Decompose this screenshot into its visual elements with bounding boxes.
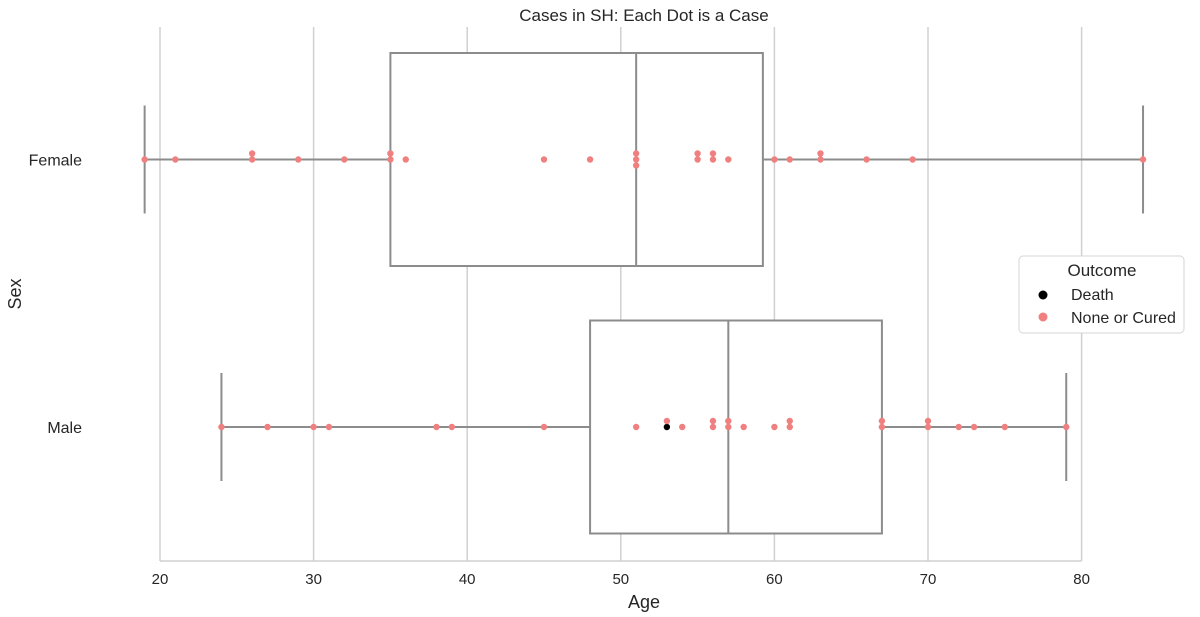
case-dot bbox=[540, 156, 548, 163]
case-dot bbox=[709, 423, 717, 431]
x-tick-label: 20 bbox=[152, 571, 169, 588]
case-dot bbox=[725, 156, 732, 163]
case-dot bbox=[924, 417, 932, 425]
case-dot bbox=[924, 423, 932, 431]
legend-marker-none-or-cured bbox=[1038, 312, 1048, 322]
chart-title: Cases in SH: Each Dot is a Case bbox=[519, 6, 768, 25]
case-dot bbox=[540, 423, 548, 431]
case-dot bbox=[709, 417, 717, 425]
case-dot bbox=[1063, 423, 1070, 431]
case-dot bbox=[663, 417, 671, 425]
case-dot bbox=[786, 156, 793, 163]
legend-label-death: Death bbox=[1071, 287, 1114, 304]
legend-marker-death bbox=[1038, 290, 1048, 300]
case-dot bbox=[248, 156, 256, 163]
x-tick-label: 70 bbox=[920, 571, 937, 588]
legend: Outcome Death None or Cured bbox=[1018, 255, 1185, 334]
y-axis-label: Sex bbox=[5, 278, 25, 309]
case-dot bbox=[709, 156, 717, 163]
case-dot bbox=[817, 156, 824, 163]
case-dot bbox=[786, 417, 793, 425]
case-dot bbox=[218, 423, 225, 431]
case-dot bbox=[295, 156, 302, 163]
case-dot bbox=[433, 423, 440, 431]
case-dot bbox=[632, 150, 640, 157]
case-dot bbox=[771, 156, 778, 163]
case-dot bbox=[248, 150, 256, 157]
x-tick-label: 80 bbox=[1073, 571, 1090, 588]
iqr-box bbox=[389, 52, 764, 267]
case-dot bbox=[632, 423, 640, 431]
case-dot bbox=[709, 150, 717, 157]
case-dot bbox=[694, 156, 701, 163]
case-dot bbox=[663, 423, 671, 431]
case-dot bbox=[694, 150, 701, 157]
case-dot bbox=[341, 156, 348, 163]
case-dot bbox=[264, 423, 271, 431]
y-tick-label: Female bbox=[29, 153, 82, 170]
case-dot bbox=[1139, 156, 1147, 163]
y-tick-label: Male bbox=[47, 420, 82, 437]
legend-title: Outcome bbox=[1068, 261, 1137, 280]
x-tick-label: 60 bbox=[766, 571, 783, 588]
case-dot bbox=[679, 423, 686, 431]
case-dot bbox=[771, 423, 778, 431]
case-dot bbox=[632, 162, 640, 169]
x-tick-label: 40 bbox=[459, 571, 476, 588]
case-dot bbox=[863, 156, 870, 163]
case-dot bbox=[141, 156, 148, 163]
case-dot bbox=[817, 150, 824, 157]
box-plot-chart: 20 30 40 50 60 70 80 Female Male Cases in SH: Ea… bbox=[5, 6, 1185, 612]
box-female bbox=[143, 52, 1145, 267]
case-dot bbox=[172, 156, 179, 163]
case-dot bbox=[970, 423, 978, 431]
case-dot bbox=[325, 423, 333, 431]
case-dot bbox=[909, 156, 916, 163]
case-dot bbox=[310, 423, 317, 431]
case-dot bbox=[402, 156, 409, 163]
case-dot bbox=[586, 156, 594, 163]
x-axis-label: Age bbox=[628, 592, 660, 612]
case-dot bbox=[786, 423, 793, 431]
case-dot bbox=[448, 423, 456, 431]
case-dot bbox=[387, 150, 394, 157]
case-dot bbox=[632, 156, 640, 163]
x-tick-label: 50 bbox=[612, 571, 629, 588]
box-male bbox=[220, 319, 1068, 535]
legend-label-none-or-cured: None or Cured bbox=[1071, 310, 1176, 327]
case-dot bbox=[955, 423, 962, 431]
case-dot bbox=[387, 156, 394, 163]
case-dot bbox=[725, 417, 732, 425]
case-dot bbox=[740, 423, 747, 431]
case-dot bbox=[878, 423, 886, 431]
x-tick-label: 30 bbox=[305, 571, 322, 588]
case-dot bbox=[1001, 423, 1008, 431]
case-dot bbox=[725, 423, 732, 431]
case-dot bbox=[878, 417, 886, 425]
